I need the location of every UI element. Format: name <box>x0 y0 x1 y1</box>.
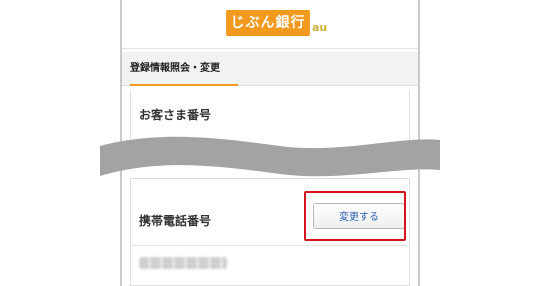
row-divider <box>131 245 409 246</box>
section-title: 登録情報照会・変更 <box>122 52 418 86</box>
blurred-phone-value <box>139 257 227 269</box>
customer-number-label: お客さま番号 <box>139 108 212 122</box>
change-button-highlight <box>304 191 406 241</box>
wave-band <box>100 136 440 177</box>
au-logo-mark: au <box>312 21 328 34</box>
bank-logo: じぶん銀行 <box>226 10 310 36</box>
mobile-phone-label: 携帯電話番号 <box>139 214 212 228</box>
page-break-wave <box>100 136 440 177</box>
header-bar: じぶん銀行 au <box>122 0 418 49</box>
